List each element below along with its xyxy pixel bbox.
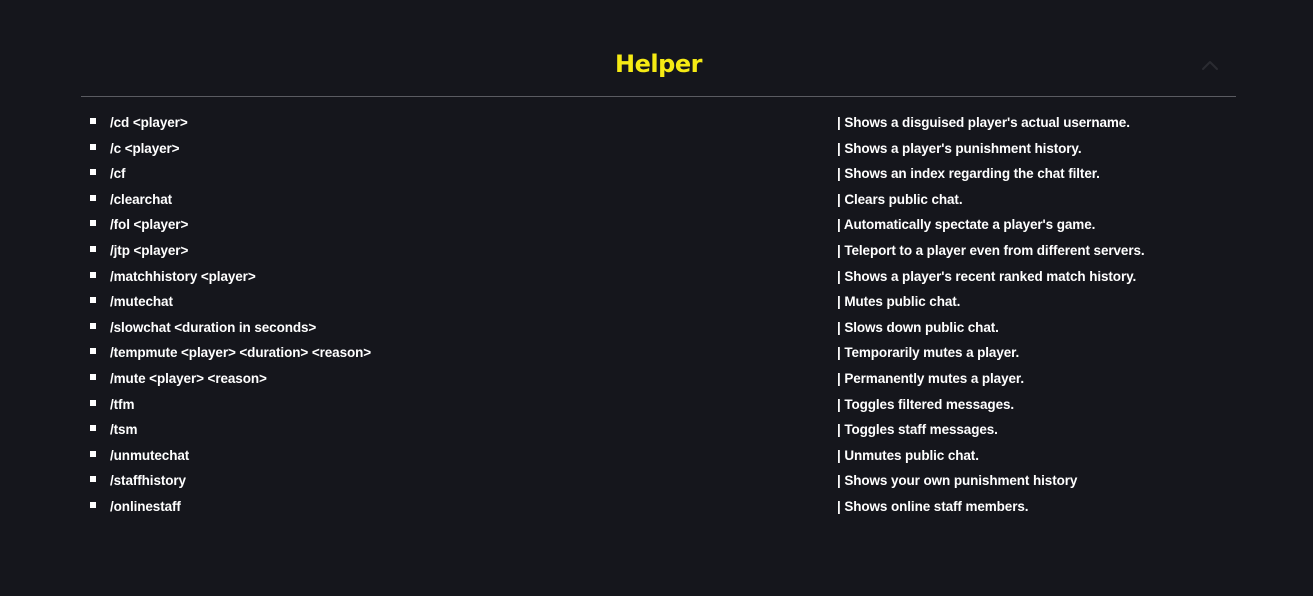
command-description: | Slows down public chat. <box>837 319 999 335</box>
command-description: | Toggles filtered messages. <box>837 396 1015 412</box>
command-description: | Automatically spectate a player's game… <box>837 217 1096 233</box>
section-header[interactable]: Helper <box>81 0 1236 97</box>
command-row: /jtp <player> | Teleport to a player even… <box>81 238 1236 264</box>
command-description: | Teleport to a player even from differe… <box>837 242 1145 258</box>
command-row: /fol <player> | Automatically spectate a … <box>81 212 1236 238</box>
command-name: /unmutechat <box>110 447 190 463</box>
helper-section: Helper /cd <player> | Shows a disguised p… <box>81 0 1236 596</box>
command-name: /mute <player> <reason> <box>110 370 267 386</box>
command-name: /slowchat <duration in seconds> <box>110 319 317 335</box>
command-name: /jtp <player> <box>110 242 189 258</box>
command-description: | Unmutes public chat. <box>837 447 979 463</box>
command-name: /cd <player> <box>110 115 188 130</box>
command-row: /tfm | Toggles filtered messages. <box>81 392 1236 418</box>
command-description: | Shows a disguised player's actual user… <box>837 115 1130 130</box>
bullet-icon <box>90 322 96 329</box>
command-name: /tfm <box>110 396 135 412</box>
command-description: | Shows online staff members. <box>837 498 1029 514</box>
command-name: /cf <box>110 166 126 182</box>
command-name: /mutechat <box>110 294 173 310</box>
bullet-icon <box>90 169 96 176</box>
section-title: Helper <box>615 50 702 78</box>
bullet-icon <box>90 399 96 406</box>
bullet-icon <box>90 425 96 432</box>
bullet-icon <box>90 194 96 201</box>
command-row: /cd <player> | Shows a disguised player's… <box>81 110 1236 136</box>
command-row: /unmutechat | Unmutes public chat. <box>81 443 1236 469</box>
command-name: /staffhistory <box>110 473 186 489</box>
command-name: /tempmute <player> <duration> <reason> <box>110 345 372 361</box>
command-row: /cf | Shows an index regarding the chat f… <box>81 161 1236 187</box>
command-description: | Temporarily mutes a player. <box>837 345 1020 361</box>
command-row: /mutechat | Mutes public chat. <box>81 289 1236 315</box>
command-description: | Permanently mutes a player. <box>837 370 1024 386</box>
bullet-icon <box>90 297 96 304</box>
command-name: /tsm <box>110 422 138 438</box>
command-row: /slowchat <duration in seconds> | Slows d… <box>81 315 1236 341</box>
bullet-icon <box>90 501 96 508</box>
command-description: | Shows a player's recent ranked match h… <box>837 268 1137 284</box>
command-row: /tsm | Toggles staff messages. <box>81 417 1236 443</box>
bullet-icon <box>90 348 96 355</box>
command-name: /c <player> <box>110 140 180 156</box>
command-description: | Toggles staff messages. <box>837 422 998 438</box>
bullet-icon <box>90 118 96 124</box>
command-row: /mute <player> <reason> | Permanently mut… <box>81 366 1236 392</box>
command-description: | Shows a player's punishment history. <box>837 140 1082 156</box>
command-description: | Shows an index regarding the chat filt… <box>837 166 1100 182</box>
command-description: | Shows your own punishment history <box>837 473 1078 489</box>
command-row: /c <player> | Shows a player's punishment… <box>81 136 1236 162</box>
command-row: /tempmute <player> <duration> <reason> | … <box>81 340 1236 366</box>
bullet-icon <box>90 476 96 483</box>
command-name: /matchhistory <player> <box>110 268 256 284</box>
command-row: /clearchat | Clears public chat. <box>81 187 1236 213</box>
bullet-icon <box>90 450 96 457</box>
command-name: /onlinestaff <box>110 498 181 514</box>
chevron-up-icon[interactable] <box>1198 54 1222 78</box>
bullet-icon <box>90 220 96 227</box>
command-list: /cd <player> | Shows a disguised player's… <box>81 110 1236 520</box>
bullet-icon <box>90 271 96 278</box>
bullet-icon <box>90 143 96 150</box>
command-description: | Mutes public chat. <box>837 294 961 310</box>
command-description: | Clears public chat. <box>837 191 963 207</box>
bullet-icon <box>90 245 96 252</box>
command-row: /matchhistory <player> | Shows a player's… <box>81 264 1236 290</box>
command-name: /fol <player> <box>110 217 189 233</box>
command-name: /clearchat <box>110 191 173 207</box>
bullet-icon <box>90 373 96 380</box>
command-row: /staffhistory | Shows your own punishment… <box>81 468 1236 494</box>
command-row: /onlinestaff | Shows online staff members… <box>81 494 1236 520</box>
